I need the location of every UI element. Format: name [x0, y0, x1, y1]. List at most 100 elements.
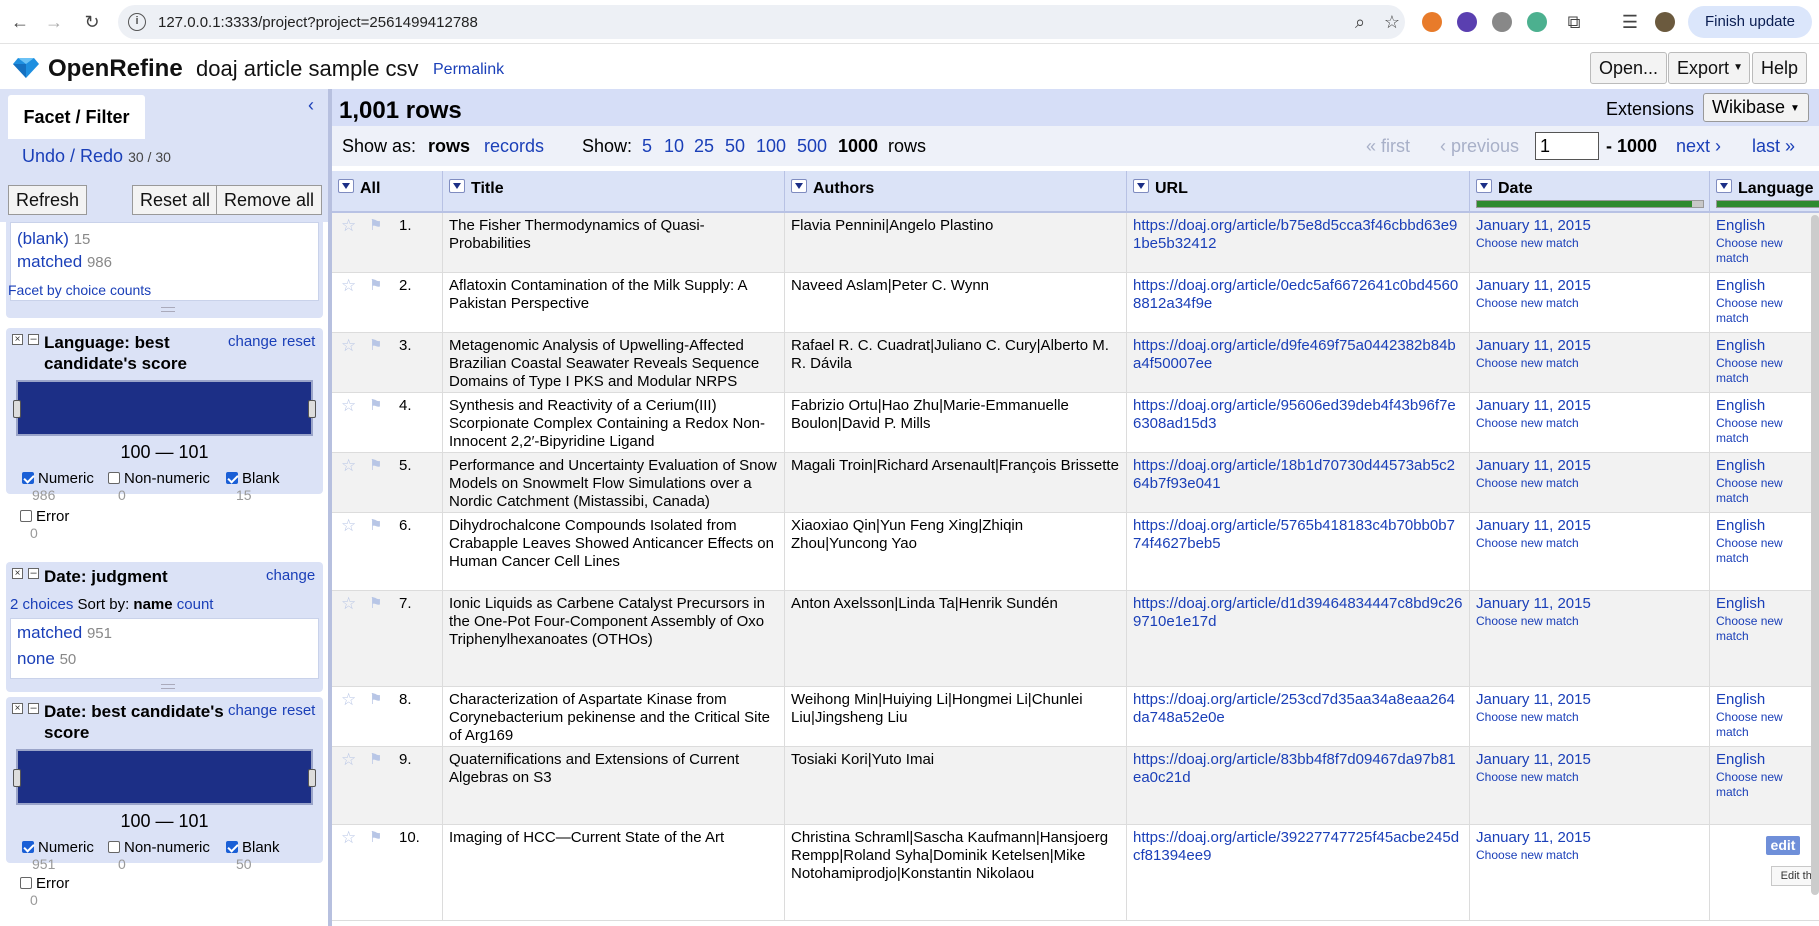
choose-new-match-link[interactable]: Choose new match [1716, 710, 1814, 740]
range-right-handle[interactable] [308, 769, 316, 787]
star-icon[interactable]: ☆ [341, 751, 356, 769]
cell-authors[interactable]: Tosiaki Kori|Yuto Imai [785, 747, 1127, 824]
matched-value[interactable]: January 11, 2015 [1476, 397, 1591, 414]
cell-url[interactable]: https://doaj.org/article/0edc5af6672641c… [1127, 273, 1470, 332]
minimize-facet-icon[interactable]: – [28, 703, 39, 714]
flag-icon[interactable]: ⚑ [369, 751, 382, 769]
range-left-handle[interactable] [13, 400, 21, 418]
choose-new-match-link[interactable]: Choose new match [1476, 476, 1703, 491]
vertical-scrollbar[interactable] [1811, 215, 1819, 895]
last-page-link[interactable]: last » [1752, 136, 1795, 157]
facet-change-link[interactable]: change [266, 567, 315, 584]
choose-new-match-link[interactable]: Choose new match [1716, 614, 1814, 644]
matched-value[interactable]: English [1716, 751, 1765, 768]
resize-grip[interactable] [161, 307, 175, 312]
cell-link[interactable]: https://doaj.org/article/d9fe469f75a0442… [1133, 337, 1456, 372]
column-menu-icon[interactable] [1716, 179, 1732, 193]
cell-url[interactable]: https://doaj.org/article/5765b418183c4b7… [1127, 513, 1470, 590]
flag-icon[interactable]: ⚑ [369, 397, 382, 415]
cell-link[interactable]: https://doaj.org/article/0edc5af6672641c… [1133, 277, 1458, 312]
records-mode-link[interactable]: records [484, 136, 544, 157]
remove-facet-icon[interactable]: × [12, 334, 23, 345]
cell-title[interactable]: Characterization of Aspartate Kinase fro… [443, 687, 785, 746]
minimize-facet-icon[interactable]: – [28, 568, 39, 579]
blank-checkbox[interactable]: Blank 50 [226, 839, 280, 872]
choose-new-match-link[interactable]: Choose new match [1716, 536, 1814, 566]
cell-title[interactable]: Imaging of HCC—Current State of the Art [443, 825, 785, 920]
checkbox-checked[interactable] [22, 472, 34, 484]
remove-facet-icon[interactable]: × [12, 568, 23, 579]
cell-language[interactable]: English Choose new match [1710, 747, 1819, 824]
flag-icon[interactable]: ⚑ [369, 595, 382, 613]
extension-icon-2[interactable] [1457, 12, 1477, 32]
choose-new-match-link[interactable]: Choose new match [1716, 770, 1814, 800]
choose-new-match-link[interactable]: Choose new match [1476, 710, 1703, 725]
column-header-date[interactable]: Date [1470, 171, 1710, 213]
star-icon[interactable]: ☆ [341, 397, 356, 415]
range-histogram[interactable] [13, 380, 316, 436]
forward-icon[interactable]: → [42, 10, 66, 34]
matched-value[interactable]: English [1716, 457, 1765, 474]
column-header-title[interactable]: Title [443, 171, 785, 213]
first-page-link[interactable]: « first [1366, 136, 1410, 157]
cell-date[interactable]: January 11, 2015 Choose new match [1470, 591, 1710, 686]
help-button[interactable]: Help [1752, 52, 1808, 84]
cell-url[interactable]: https://doaj.org/article/253cd7d35aa34a8… [1127, 687, 1470, 746]
cell-title[interactable]: Aflatoxin Contamination of the Milk Supp… [443, 273, 785, 332]
matched-value[interactable]: January 11, 2015 [1476, 691, 1591, 708]
cell-link[interactable]: https://doaj.org/article/d1d39464834447c… [1133, 595, 1462, 630]
cell-language[interactable]: English Choose new match [1710, 333, 1819, 392]
facet-change-link[interactable]: change [228, 333, 277, 350]
sort-name[interactable]: name [133, 596, 172, 613]
site-info-icon[interactable]: i [128, 13, 146, 31]
cell-authors[interactable]: Weihong Min|Huiying Li|Hongmei Li|Chunle… [785, 687, 1127, 746]
column-menu-icon[interactable] [791, 179, 807, 193]
extension-icon-3[interactable] [1492, 12, 1512, 32]
choice-matched[interactable]: matched 951 [17, 623, 112, 643]
cell-title[interactable]: Performance and Uncertainty Evaluation o… [443, 453, 785, 512]
cell-link[interactable]: https://doaj.org/article/18b1d70730d4457… [1133, 457, 1455, 492]
cell-authors[interactable]: Magali Troin|Richard Arsenault|François … [785, 453, 1127, 512]
star-icon[interactable]: ☆ [341, 517, 356, 535]
facet-by-choice-counts-link[interactable]: Facet by choice counts [8, 282, 151, 298]
cell-language[interactable]: English Choose new match [1710, 393, 1819, 452]
page-size-10[interactable]: 10 [664, 136, 684, 157]
matched-value[interactable]: January 11, 2015 [1476, 457, 1591, 474]
rows-mode-selected[interactable]: rows [428, 136, 470, 157]
cell-url[interactable]: https://doaj.org/article/83bb4f8f7d09467… [1127, 747, 1470, 824]
minimize-facet-icon[interactable]: – [28, 334, 39, 345]
cell-date[interactable]: January 11, 2015 Choose new match [1470, 273, 1710, 332]
non-numeric-checkbox[interactable]: Non-numeric 0 [108, 470, 210, 503]
matched-value[interactable]: English [1716, 595, 1765, 612]
cell-authors[interactable]: Anton Axelsson|Linda Ta|Henrik Sundén [785, 591, 1127, 686]
facet-change-link[interactable]: change [228, 702, 277, 719]
profile-avatar[interactable] [1655, 12, 1675, 32]
range-left-handle[interactable] [13, 769, 21, 787]
cell-title[interactable]: Metagenomic Analysis of Upwelling-Affect… [443, 333, 785, 392]
cell-title[interactable]: Synthesis and Reactivity of a Cerium(III… [443, 393, 785, 452]
column-header-language[interactable]: Language [1710, 171, 1819, 213]
matched-value[interactable]: English [1716, 517, 1765, 534]
matched-value[interactable]: English [1716, 397, 1765, 414]
choose-new-match-link[interactable]: Choose new match [1716, 476, 1814, 506]
cell-language[interactable]: English Choose new match [1710, 591, 1819, 686]
cell-link[interactable]: https://doaj.org/article/83bb4f8f7d09467… [1133, 751, 1456, 786]
cell-language[interactable]: English Choose new match [1710, 687, 1819, 746]
cell-authors[interactable]: Naveed Aslam|Peter C. Wynn [785, 273, 1127, 332]
wikibase-menu-button[interactable]: Wikibase ▼ [1703, 93, 1809, 122]
error-checkbox[interactable]: Error 0 [20, 508, 69, 541]
edit-cell-button[interactable]: edit [1766, 836, 1800, 855]
matched-value[interactable]: January 11, 2015 [1476, 595, 1591, 612]
reload-icon[interactable]: ↻ [80, 10, 104, 34]
cell-date[interactable]: January 11, 2015 Choose new match [1470, 213, 1710, 272]
cell-link[interactable]: https://doaj.org/article/5765b418183c4b7… [1133, 517, 1455, 552]
tab-facet-filter[interactable]: Facet / Filter [8, 95, 145, 139]
numeric-checkbox[interactable]: Numeric 986 [22, 470, 94, 503]
cell-language[interactable]: English Choose new match [1710, 213, 1819, 272]
checkbox-unchecked[interactable] [108, 841, 120, 853]
cell-date[interactable]: January 11, 2015 Choose new match [1470, 393, 1710, 452]
choose-new-match-link[interactable]: Choose new match [1716, 296, 1814, 326]
extensions-puzzle-icon[interactable]: ⧉ [1562, 10, 1586, 34]
checkbox-checked[interactable] [22, 841, 34, 853]
back-icon[interactable]: ← [8, 10, 32, 34]
